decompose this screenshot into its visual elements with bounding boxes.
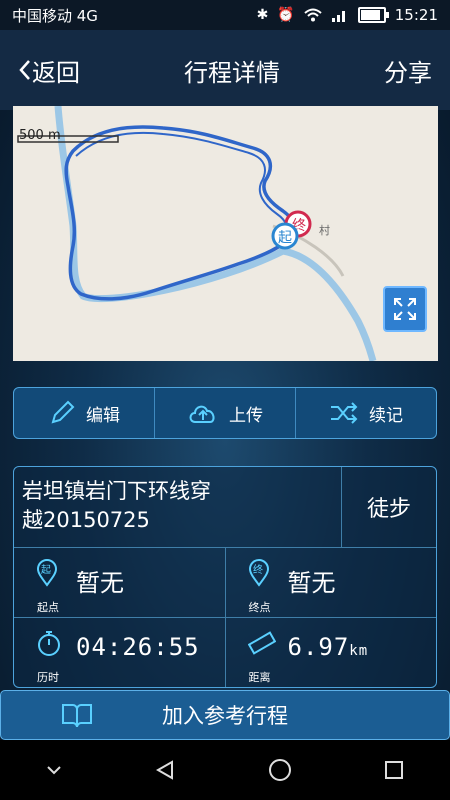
shuffle-icon: [331, 402, 358, 424]
upload-button[interactable]: 上传: [154, 388, 295, 438]
fullscreen-button[interactable]: [383, 286, 427, 332]
system-nav-bar: [0, 740, 450, 800]
start-value: 暂无: [76, 569, 124, 597]
pencil-icon: [51, 400, 75, 424]
home-nav-icon[interactable]: [268, 758, 292, 782]
trip-name: 岩坦镇岩门下环线穿 越20150725: [14, 467, 342, 547]
continue-record-button[interactable]: 续记: [295, 388, 436, 438]
upload-label: 上传: [229, 405, 263, 426]
page-title: 行程详情: [184, 58, 280, 87]
chevron-down-icon[interactable]: [46, 765, 62, 775]
bluetooth-icon: ✱: [256, 7, 269, 23]
add-reference-trip-label: 加入参考行程: [162, 704, 288, 728]
signal-icon: [331, 11, 345, 22]
map-graphic: 终 起 村: [17, 106, 377, 361]
wifi-icon: [304, 8, 322, 22]
trip-info-panel: 岩坦镇岩门下环线穿 越20150725 徒步 起 起点 暂无 终 终点 暂无 历…: [13, 466, 437, 688]
end-pin-icon: 终: [248, 559, 269, 587]
duration-cell: 历时 04:26:55: [14, 617, 225, 687]
back-nav-icon[interactable]: [154, 759, 176, 781]
distance-unit: km: [349, 643, 369, 659]
svg-text:起: 起: [278, 230, 292, 246]
duration-label: 历时: [37, 671, 59, 684]
back-button[interactable]: 返回: [18, 53, 80, 88]
battery-icon: [357, 7, 389, 23]
edit-label: 编辑: [86, 405, 120, 426]
trip-type: 徒步: [366, 497, 411, 522]
svg-text:终: 终: [253, 563, 263, 576]
distance-cell: 距离 6.97km: [224, 617, 437, 687]
start-label: 起点: [37, 601, 59, 614]
edit-button[interactable]: 编辑: [14, 388, 154, 438]
distance-label: 距离: [248, 671, 271, 684]
carrier-text: 中国移动 4G: [12, 6, 98, 25]
svg-text:村: 村: [319, 223, 330, 237]
continue-label: 续记: [369, 405, 403, 426]
expand-icon: [394, 298, 416, 320]
ruler-icon: [247, 631, 276, 655]
recents-nav-icon[interactable]: [384, 760, 404, 780]
add-reference-trip-button[interactable]: 加入参考行程: [0, 690, 450, 740]
action-bar: 编辑 上传 续记: [13, 387, 437, 439]
stopwatch-icon: [38, 631, 60, 656]
status-bar: 中国移动 4G ✱ ⏰ 15:21: [0, 0, 450, 30]
end-point-cell: 终 终点 暂无: [224, 547, 437, 617]
start-pin-icon: 起: [36, 559, 58, 587]
share-button[interactable]: 分享: [384, 53, 432, 88]
clock-text: 15:21: [394, 6, 438, 24]
header-bar: 返回 行程详情 分享: [0, 30, 450, 110]
chevron-left-icon: [19, 60, 30, 80]
distance-value: 6.97km: [287, 633, 369, 661]
duration-value: 04:26:55: [76, 633, 200, 661]
book-icon: [62, 704, 92, 728]
cloud-upload-icon: [189, 405, 215, 423]
end-label: 终点: [248, 601, 271, 614]
back-label: 返回: [32, 58, 80, 87]
svg-text:起: 起: [41, 564, 51, 576]
map-scale-label: 500 m: [19, 128, 61, 143]
alarm-icon: ⏰: [277, 7, 295, 23]
start-point-cell: 起 起点 暂无: [14, 547, 225, 617]
route-map[interactable]: 终 起 村 500 m: [13, 106, 438, 361]
end-value: 暂无: [287, 569, 336, 597]
